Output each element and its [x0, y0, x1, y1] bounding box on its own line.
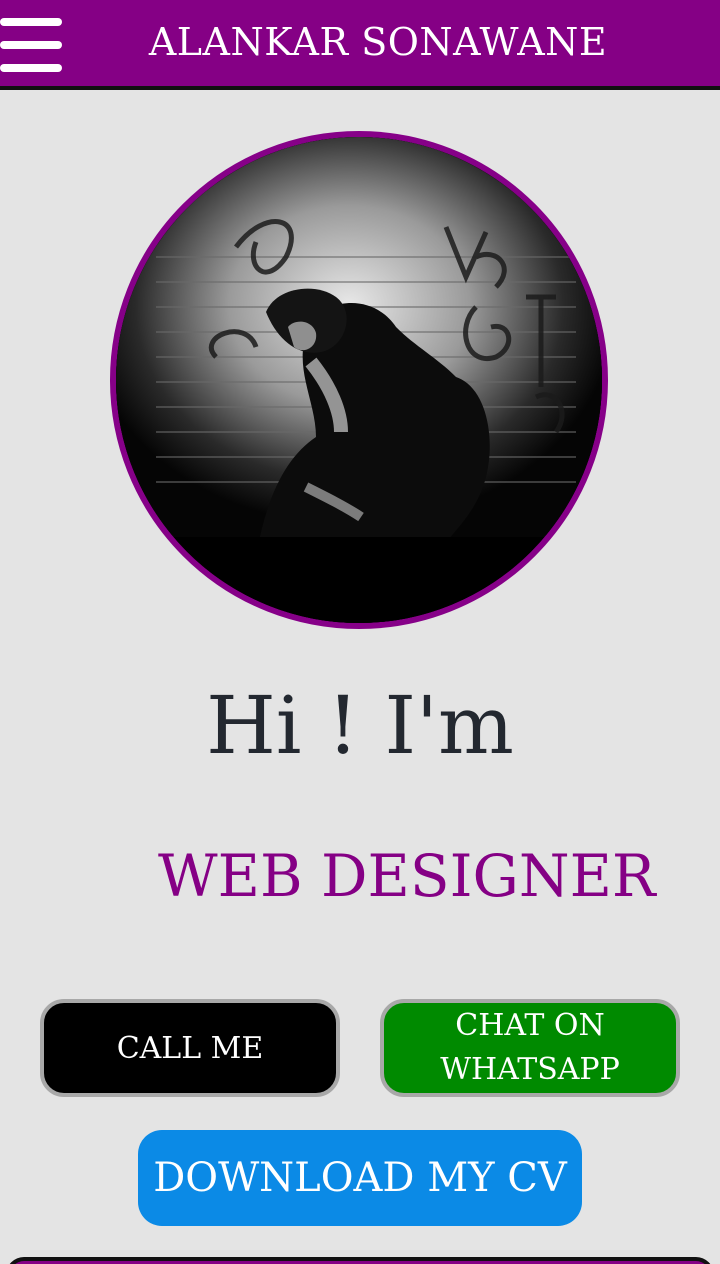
profile-photo-image — [116, 137, 602, 623]
whatsapp-label-line-2: WHATSAPP — [440, 1052, 620, 1087]
role-title: WEB DESIGNER — [158, 842, 656, 910]
whatsapp-label-line-1: CHAT ON — [455, 1008, 605, 1043]
site-title: ALANKAR SONAWANE — [148, 20, 608, 64]
whatsapp-button-label: CHAT ON WHATSAPP — [440, 1004, 620, 1092]
chat-on-whatsapp-button[interactable]: CHAT ON WHATSAPP — [380, 999, 680, 1097]
call-me-button[interactable]: CALL ME — [40, 999, 340, 1097]
page: ALANKAR SONAWANE Hi ! I'm WEB DESIGNER C… — [0, 0, 720, 1264]
profile-avatar — [110, 131, 608, 629]
greeting-heading: Hi ! I'm — [206, 679, 514, 772]
download-cv-button[interactable]: DOWNLOAD MY CV — [138, 1130, 582, 1226]
top-header: ALANKAR SONAWANE — [0, 0, 720, 90]
bottom-section-edge — [6, 1257, 714, 1264]
